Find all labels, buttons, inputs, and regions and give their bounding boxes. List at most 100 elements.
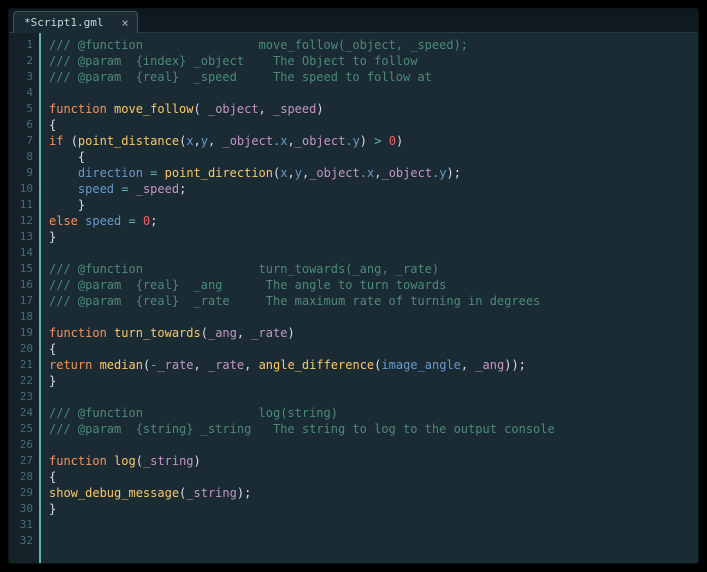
code-line[interactable]: else speed = 0; [49,213,698,229]
code-line[interactable] [49,309,698,325]
code-line[interactable]: /// @function log(string) [49,405,698,421]
line-number: 31 [9,517,39,533]
line-number: 23 [9,389,39,405]
code-line[interactable]: show_debug_message(_string); [49,485,698,501]
code-line[interactable]: /// @function move_follow(_object, _spee… [49,37,698,53]
line-number: 4 [9,85,39,101]
token: /// @param {index} _object The Object to… [49,54,417,68]
token: median [100,358,143,372]
code-line[interactable]: direction = point_direction(x,y,_object.… [49,165,698,181]
code-line[interactable] [49,517,698,533]
code-line[interactable]: /// @function turn_towards(_ang, _rate) [49,261,698,277]
token: } [49,502,56,516]
token: ) [360,134,374,148]
line-number: 5 [9,101,39,117]
token: ( [194,102,208,116]
token: show_debug_message [49,486,179,500]
tab-title: *Script1.gml [24,16,103,29]
token [157,166,164,180]
line-number: 16 [9,277,39,293]
token: _rate [157,358,193,372]
code-line[interactable] [49,85,698,101]
token: else [49,214,85,228]
line-number: 2 [9,53,39,69]
code-line[interactable]: function move_follow( _object, _speed) [49,101,698,117]
line-number: 24 [9,405,39,421]
code-line[interactable]: if (point_distance(x,y, _object.x,_objec… [49,133,698,149]
line-number: 21 [9,357,39,373]
code-line[interactable]: function turn_towards(_ang, _rate) [49,325,698,341]
line-number: 18 [9,309,39,325]
token: , [287,166,294,180]
token: _object [309,166,360,180]
token: { [49,118,56,132]
code-line[interactable]: /// @param {real} _rate The maximum rate… [49,293,698,309]
code-line[interactable]: /// @param {real} _ang The angle to turn… [49,277,698,293]
code-line[interactable]: /// @param {real} _speed The speed to fo… [49,69,698,85]
token: ) [316,102,323,116]
file-tab[interactable]: *Script1.gml × [13,11,138,33]
token: /// @function turn_towards(_ang, _rate) [49,262,439,276]
token: , [194,358,208,372]
token: , [237,326,251,340]
code-line[interactable] [49,389,698,405]
token: = [128,214,135,228]
token: { [49,470,56,484]
token: _object [381,166,432,180]
code-content[interactable]: /// @function move_follow(_object, _spee… [41,33,698,563]
code-line[interactable]: return median(-_rate, _rate, angle_diffe… [49,357,698,373]
code-line[interactable]: speed = _speed; [49,181,698,197]
line-number: 1 [9,37,39,53]
code-line[interactable]: { [49,341,698,357]
code-line[interactable] [49,245,698,261]
token: direction [78,166,143,180]
token: y [439,166,446,180]
token [49,182,78,196]
token: x [280,134,287,148]
token: , [194,134,201,148]
token: _object [295,134,346,148]
code-line[interactable]: /// @param {index} _object The Object to… [49,53,698,69]
code-line[interactable]: /// @param {string} _string The string t… [49,421,698,437]
token: /// @param {real} _rate The maximum rate… [49,294,540,308]
code-line[interactable]: { [49,149,698,165]
token: turn_towards [114,326,201,340]
line-number: 9 [9,165,39,181]
line-number: 6 [9,117,39,133]
code-line[interactable]: function log(_string) [49,453,698,469]
code-line[interactable]: } [49,501,698,517]
token: _rate [208,358,244,372]
code-line[interactable]: } [49,373,698,389]
code-line[interactable]: { [49,117,698,133]
code-line[interactable]: } [49,229,698,245]
editor-window: *Script1.gml × 1234567891011121314151617… [8,8,699,564]
line-number: 20 [9,341,39,357]
line-number: 19 [9,325,39,341]
token: )); [504,358,526,372]
token: speed [85,214,121,228]
code-area[interactable]: 1234567891011121314151617181920212223242… [9,33,698,563]
line-number: 26 [9,437,39,453]
line-number: 10 [9,181,39,197]
token: } [49,230,56,244]
token: ; [179,182,186,196]
close-icon[interactable]: × [121,17,128,29]
token: { [49,150,85,164]
token: ( [71,134,78,148]
line-number: 14 [9,245,39,261]
token: 0 [389,134,396,148]
token: , [461,358,475,372]
token: ); [237,486,251,500]
code-line[interactable] [49,437,698,453]
token: , [288,134,295,148]
token: _ang [475,358,504,372]
line-number: 17 [9,293,39,309]
token: , [208,134,222,148]
code-line[interactable]: } [49,197,698,213]
token: . [345,134,352,148]
token: ( [201,326,208,340]
code-line[interactable]: { [49,469,698,485]
token: ) [194,454,201,468]
token: y [353,134,360,148]
code-line[interactable] [49,533,698,549]
